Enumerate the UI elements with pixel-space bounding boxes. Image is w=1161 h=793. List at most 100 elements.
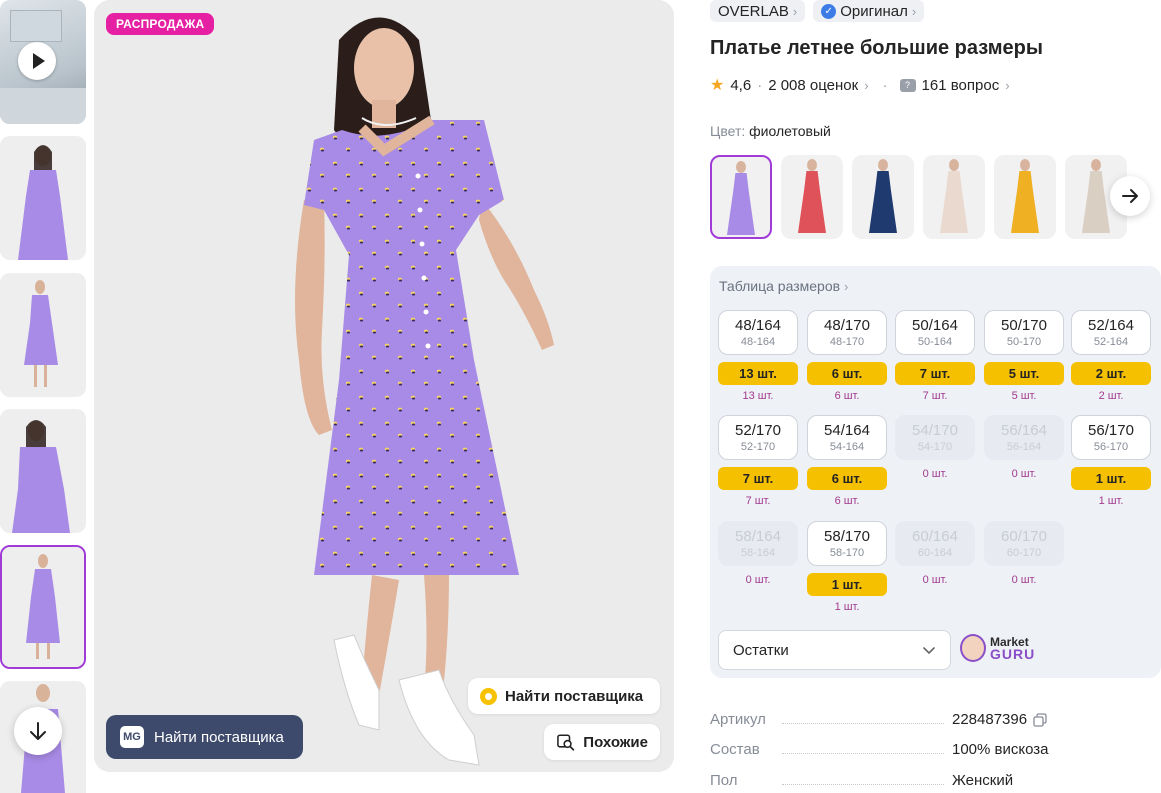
swatch-dress [940, 171, 968, 233]
size-box[interactable]: 48/164 48-164 [718, 310, 798, 355]
size-option-50-164[interactable]: 50/164 50-164 7 шт. 7 шт. [895, 310, 975, 402]
size-sublabel: 48-164 [740, 336, 776, 348]
swatch-model-head [736, 161, 746, 173]
thumbnail-photo-3[interactable] [0, 409, 86, 533]
stock-badge: 2 шт. [1071, 362, 1151, 385]
play-icon[interactable] [18, 42, 56, 80]
size-box[interactable]: 56/164 56-164 [984, 415, 1064, 460]
questions-icon: ? [899, 78, 916, 92]
spec-key: Артикул [710, 711, 952, 728]
swatch-dress [727, 173, 755, 235]
spec-row: Артикул 228487396 [710, 711, 1160, 728]
size-box[interactable]: 58/170 58-170 [807, 521, 887, 566]
size-label: 58/164 [735, 528, 781, 545]
color-swatch[interactable] [923, 155, 985, 239]
size-sublabel: 56-164 [1006, 441, 1042, 453]
stock-note: 5 шт. [1011, 390, 1037, 402]
color-swatch[interactable] [852, 155, 914, 239]
dress-photo-thumb [0, 136, 86, 260]
chevron-right-icon: › [792, 3, 798, 19]
dress-photo-thumb [0, 273, 86, 397]
size-option-48-170[interactable]: 48/170 48-170 6 шт. 6 шт. [807, 310, 887, 402]
thumbnail-photo-1[interactable] [0, 136, 86, 260]
size-label: 56/170 [1088, 422, 1134, 439]
size-box[interactable]: 54/164 54-164 [807, 415, 887, 460]
size-box[interactable]: 52/170 52-170 [718, 415, 798, 460]
size-label: 48/170 [824, 317, 870, 334]
size-label: 56/164 [1001, 422, 1047, 439]
stock-note: 7 шт. [922, 390, 948, 402]
size-box[interactable]: 60/170 60-170 [984, 521, 1064, 566]
size-box[interactable]: 50/164 50-164 [895, 310, 975, 355]
guru-name-text: GURU [990, 646, 1036, 662]
size-option-54-170[interactable]: 54/170 54-170 0 шт. [895, 415, 975, 480]
size-option-56-164[interactable]: 56/164 56-164 0 шт. [984, 415, 1064, 480]
reviews-link[interactable]: 2 008 оценок [768, 77, 858, 94]
stock-note: 6 шт. [834, 390, 860, 402]
size-option-52-164[interactable]: 52/164 52-164 2 шт. 2 шт. [1071, 310, 1151, 402]
stock-badge: 6 шт. [807, 362, 887, 385]
size-box[interactable]: 54/170 54-170 [895, 415, 975, 460]
size-option-52-170[interactable]: 52/170 52-170 7 шт. 7 шт. [718, 415, 798, 507]
thumbnail-photo-4[interactable] [0, 545, 86, 669]
mg-find-supplier-label: Найти поставщика [154, 728, 284, 746]
thumbnail-photo-2[interactable] [0, 273, 86, 397]
product-title: Платье летнее большие размеры [710, 37, 1043, 59]
swatches-next-button[interactable] [1110, 176, 1150, 216]
main-product-photo[interactable]: РАСПРОДАЖА Найти поставщика Похожие MG Н… [94, 0, 674, 772]
size-option-56-170[interactable]: 56/170 56-170 1 шт. 1 шт. [1071, 415, 1151, 507]
size-option-60-170[interactable]: 60/170 60-170 0 шт. [984, 521, 1064, 586]
chevron-right-icon: › [843, 279, 849, 294]
stock-note: 7 шт. [745, 495, 771, 507]
size-option-50-170[interactable]: 50/170 50-170 5 шт. 5 шт. [984, 310, 1064, 402]
guru-wordmark: Market GURU [990, 636, 1036, 662]
chevron-right-icon: › [1005, 77, 1010, 93]
stock-note: 2 шт. [1098, 390, 1124, 402]
questions-link[interactable]: 161 вопрос [922, 77, 1000, 94]
market-guru-logo[interactable]: Market GURU [960, 634, 1035, 662]
size-sublabel: 52-170 [740, 441, 776, 453]
stock-badge: 13 шт. [718, 362, 798, 385]
size-sublabel: 48-170 [829, 336, 865, 348]
size-option-58-164[interactable]: 58/164 58-164 0 шт. [718, 521, 798, 586]
size-box[interactable]: 56/170 56-170 [1071, 415, 1151, 460]
size-box[interactable]: 60/164 60-164 [895, 521, 975, 566]
brand-chip[interactable]: OVERLAB › [710, 0, 806, 22]
size-box[interactable]: 52/164 52-164 [1071, 310, 1151, 355]
color-label-value: фиолетовый [749, 123, 831, 139]
similar-button[interactable]: Похожие [544, 724, 660, 760]
size-box[interactable]: 58/164 58-164 [718, 521, 798, 566]
size-sublabel: 54-170 [917, 441, 953, 453]
scroll-down-button[interactable] [14, 707, 62, 755]
size-box[interactable]: 50/170 50-170 [984, 310, 1064, 355]
dress-photo-thumb [0, 409, 86, 533]
stock-badge: 1 шт. [807, 573, 887, 596]
color-swatch[interactable] [710, 155, 772, 239]
mg-find-supplier-button[interactable]: MG Найти поставщика [106, 715, 303, 759]
separator-dot: · [757, 76, 763, 94]
spec-value: 228487396 [952, 711, 1047, 728]
size-option-58-170[interactable]: 58/170 58-170 1 шт. 1 шт. [807, 521, 887, 613]
size-option-54-164[interactable]: 54/164 54-164 6 шт. 6 шт. [807, 415, 887, 507]
original-chip[interactable]: ✓ Оригинал › [813, 0, 925, 22]
stock-badge: 5 шт. [984, 362, 1064, 385]
color-label-key: Цвет: [710, 123, 746, 139]
spec-key: Состав [710, 741, 952, 758]
stock-note: 0 шт. [1011, 574, 1037, 586]
find-supplier-button[interactable]: Найти поставщика [468, 678, 660, 714]
color-swatch[interactable] [994, 155, 1056, 239]
color-swatch[interactable] [781, 155, 843, 239]
swatch-dress [869, 171, 897, 233]
thumbnail-video[interactable] [0, 0, 86, 124]
size-option-48-164[interactable]: 48/164 48-164 13 шт. 13 шт. [718, 310, 798, 402]
size-box[interactable]: 48/170 48-170 [807, 310, 887, 355]
size-table-label: Таблица размеров [719, 278, 841, 294]
color-swatches [710, 155, 1160, 241]
size-label: 60/164 [912, 528, 958, 545]
stock-select[interactable]: Остатки [718, 630, 951, 670]
size-option-60-164[interactable]: 60/164 60-164 0 шт. [895, 521, 975, 586]
copy-icon[interactable] [1033, 712, 1047, 727]
size-table-link[interactable]: Таблица размеров › [719, 278, 848, 294]
arrow-down-icon [30, 722, 46, 740]
size-label: 54/164 [824, 422, 870, 439]
